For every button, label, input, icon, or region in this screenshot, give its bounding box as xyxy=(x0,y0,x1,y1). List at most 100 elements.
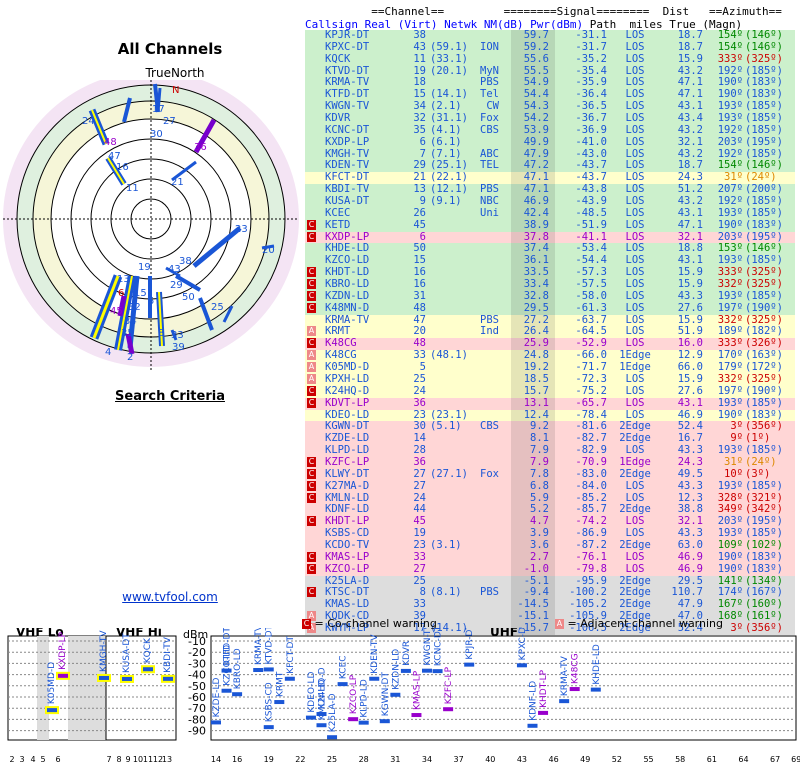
uhf-title: UHF xyxy=(490,628,518,639)
azimuth-true-cell: 193º xyxy=(717,206,743,219)
channel-real-cell: 26 xyxy=(413,206,426,219)
distance-cell: 43.3 xyxy=(677,289,703,302)
callsign-cell: KQCK xyxy=(325,52,351,65)
radar-label: 24 xyxy=(82,116,95,127)
distance-cell: 49.5 xyxy=(677,467,703,480)
co-channel-warning-icon: C xyxy=(307,231,316,242)
distance-cell: 46.9 xyxy=(677,562,703,575)
callsign-cell: KCEC xyxy=(325,206,351,219)
distance-cell: 15.9 xyxy=(677,52,703,65)
network-cell: CBS xyxy=(480,420,499,433)
signal-power-cell: -65.7 xyxy=(575,396,607,409)
distance-cell: 47.1 xyxy=(677,218,703,231)
channel-virtual-cell: (27.1) xyxy=(430,467,468,480)
x-tick-label: 10 xyxy=(133,755,143,764)
channel-real-cell: 33 xyxy=(413,550,426,563)
channel-marker-label: KBRO-LD xyxy=(233,648,243,689)
azimuth-true-cell: 190º xyxy=(717,218,743,231)
callsign-cell: KDVT-LP xyxy=(325,396,370,409)
channel-marker xyxy=(422,668,432,673)
table-row[interactable]: C KLWY-DT 27 (27.1) Fox 7.8 -83.0 2Edge 49.5 10º(… xyxy=(305,467,795,481)
table-row[interactable]: C KMAS-LP 33 2.7 -76.1 LOS 46.9 190º (183º) xyxy=(305,550,795,564)
channel-marker xyxy=(232,692,243,697)
table-row[interactable]: C KZCO-LP 27 -1.0 -79.8 LOS 46.9 190º (183º) xyxy=(305,562,795,576)
channel-real-cell: 27 xyxy=(413,562,426,575)
distance-cell: 18.7 xyxy=(677,40,703,53)
azimuth-magnetic-cell: (3º) xyxy=(745,467,771,480)
adjacent-channel-warning-icon: A xyxy=(307,362,316,373)
callsign-cell: KETD xyxy=(325,218,351,231)
table-row[interactable]: KLPD-LD 28 7.9 -82.9 LOS 43.3 193º (185º) xyxy=(305,444,795,457)
channel-marker-label: KMLN-LD xyxy=(318,680,328,721)
table-row[interactable]: C K24HQ-D 24 15.7 -75.2 LOS 27.6 197º (190º) xyxy=(305,384,795,398)
path-type-cell: 2Edge xyxy=(619,467,651,480)
table-row[interactable]: KPXC-DT 43 (59.1) ION 59.2 -31.7 LOS 18.7 154º (1… xyxy=(305,40,795,54)
callsign-cell: K24HQ-D xyxy=(325,384,370,397)
table-row[interactable]: C KDVT-LP 36 13.1 -65.7 LOS 43.1 193º (185º) xyxy=(305,396,795,410)
noise-margin-cell: 7.8 xyxy=(530,467,549,480)
channel-marker xyxy=(253,668,264,673)
channel-marker xyxy=(432,669,443,674)
channel-virtual-cell: (6.1) xyxy=(430,135,462,148)
table-row[interactable]: C KZFC-LP 36 7.9 -70.9 1Edge 24.3 31º (24º) xyxy=(305,456,795,469)
radar-label: 2 xyxy=(127,352,133,363)
channel-marker-label: KDEN-TV xyxy=(370,634,380,674)
channel-marker xyxy=(400,668,411,673)
network-cell: ION xyxy=(480,40,499,53)
x-tick-label: 19 xyxy=(264,755,274,764)
channel-virtual-cell: (4.1) xyxy=(430,123,462,136)
table-row[interactable]: KDEO-LD 23 (23.1) 12.4 -78.4 LOS 46.9 190º (183º… xyxy=(305,409,795,422)
channel-virtual-cell: (3.1) xyxy=(430,538,462,551)
x-tick-label: 55 xyxy=(643,755,653,764)
azimuth-magnetic-cell: (185º) xyxy=(745,123,783,136)
channel-marker xyxy=(45,706,59,715)
azimuth-magnetic-cell: (190º) xyxy=(745,301,783,314)
network-cell: Fox xyxy=(480,467,499,480)
table-row[interactable]: KQCK 11 (33.1) 55.6 -35.2 LOS 15.9 333º (325º) xyxy=(305,52,795,66)
signal-power-cell: -83.0 xyxy=(575,467,607,480)
channel-marker-label: KCEC xyxy=(339,655,349,679)
channel-marker-label: KRMT xyxy=(275,671,285,697)
radar-label: 33 xyxy=(171,330,184,341)
search-criteria-heading[interactable]: Search Criteria xyxy=(70,389,270,404)
noise-margin-cell: 42.4 xyxy=(523,206,549,219)
signal-power-cell: -48.5 xyxy=(575,206,607,219)
channel-real-cell: 35 xyxy=(413,123,426,136)
table-row[interactable]: KGWN-DT 30 (5.1) CBS 9.2 -81.6 2Edge 52.4 3º (356… xyxy=(305,420,795,434)
path-type-cell: LOS xyxy=(625,40,645,53)
table-row[interactable]: A KPXH-LD 25 18.5 -72.3 LOS 15.9 332º (325º) xyxy=(305,372,795,386)
co-channel-warning-icon: C xyxy=(307,219,316,230)
radar-label: 13 xyxy=(117,274,130,285)
channel-marker-label: KMGH-TV xyxy=(99,630,109,672)
radar-label: 45 xyxy=(110,306,123,317)
table-row[interactable]: C KETD 45 38.9 -51.9 LOS 47.1 190º (183º) xyxy=(305,218,795,232)
channel-marker xyxy=(369,676,380,681)
azimuth-true-cell: 154º xyxy=(717,40,743,53)
distance-cell: 32.1 xyxy=(677,135,703,148)
noise-margin-cell: 59.2 xyxy=(523,40,549,53)
channel-marker xyxy=(358,720,369,725)
path-type-cell: LOS xyxy=(625,479,645,492)
x-tick-label: 34 xyxy=(422,755,432,764)
signal-power-cell: -72.3 xyxy=(575,372,607,385)
channel-marker-label: KZCO-LD xyxy=(223,645,233,686)
x-tick-label: 5 xyxy=(40,755,45,764)
table-row[interactable]: KCEC 26 Uni 42.4 -48.5 LOS 43.1 193º (185º) xyxy=(305,206,795,220)
table-row[interactable]: KCNC-DT 35 (4.1) CBS 53.9 -36.9 LOS 43.2 192º (18… xyxy=(305,123,795,137)
table-row[interactable]: KXDP-LP 6 (6.1) 49.9 -41.0 LOS 32.1 203º (195º) xyxy=(305,135,795,149)
channel-marker xyxy=(316,723,327,728)
radar-label: 29 xyxy=(170,280,183,291)
table-row[interactable]: C KZDN-LD 31 32.8 -58.0 LOS 43.3 193º (185º) xyxy=(305,289,795,303)
radar-label: 19 xyxy=(138,262,151,273)
azimuth-magnetic-cell: (183º) xyxy=(745,550,783,563)
table-row[interactable]: KDEN-TV 29 (25.1) TEL 47.2 -43.7 LOS 18.7 154º (1… xyxy=(305,160,795,173)
channel-marker xyxy=(390,692,401,697)
azimuth-true-cell: 192º xyxy=(717,123,743,136)
x-tick-label: 67 xyxy=(770,755,780,764)
table-row[interactable]: C K48MN-D 48 29.5 -61.3 LOS 27.6 197º (190º) xyxy=(305,301,795,315)
table-row[interactable]: C K27MA-D 27 6.8 -84.0 LOS 43.3 193º (185º) xyxy=(305,479,795,493)
channel-virtual-cell: (8.1) xyxy=(430,586,462,599)
site-link[interactable]: www.tvfool.com xyxy=(70,590,270,604)
vhf-lo-title: VHF Lo xyxy=(16,628,64,639)
channel-real-cell: 27 xyxy=(413,467,426,480)
